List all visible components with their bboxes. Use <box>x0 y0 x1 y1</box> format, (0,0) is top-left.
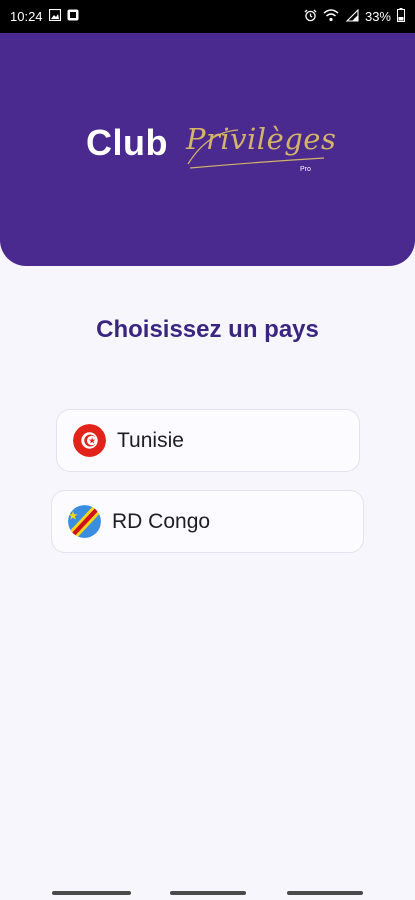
status-bar: 10:24 33% <box>0 0 415 33</box>
battery-icon <box>397 8 405 25</box>
signal-icon <box>345 8 359 25</box>
wifi-icon <box>323 8 339 25</box>
logo-pro-text: Pro <box>300 166 311 173</box>
club-privileges-logo: Club Privilèges Pro <box>86 122 346 182</box>
drc-flag-icon <box>68 505 101 538</box>
nav-back-handle[interactable] <box>287 891 363 895</box>
gallery-icon <box>48 8 61 24</box>
notification-icon <box>67 9 79 24</box>
system-navigation-bar <box>0 884 415 900</box>
tunisia-flag-icon <box>73 424 106 457</box>
logo-privileges-text: Privilèges <box>186 122 337 156</box>
status-right: 33% <box>304 8 405 25</box>
header-banner: Club Privilèges Pro <box>0 33 415 266</box>
nav-recent-handle[interactable] <box>52 891 131 895</box>
alarm-icon <box>304 9 317 25</box>
logo-club-text: Club <box>86 122 168 163</box>
nav-home-handle[interactable] <box>170 891 246 895</box>
country-name: RD Congo <box>112 509 211 533</box>
country-option-rd-congo[interactable]: RD Congo <box>51 490 364 553</box>
status-time: 10:24 <box>10 9 43 24</box>
page-title: Choisissez un pays <box>96 316 319 343</box>
country-name: Tunisie <box>117 428 184 452</box>
country-option-tunisie[interactable]: Tunisie <box>56 409 360 472</box>
battery-percentage: 33% <box>364 9 391 24</box>
status-left: 10:24 <box>10 8 79 24</box>
